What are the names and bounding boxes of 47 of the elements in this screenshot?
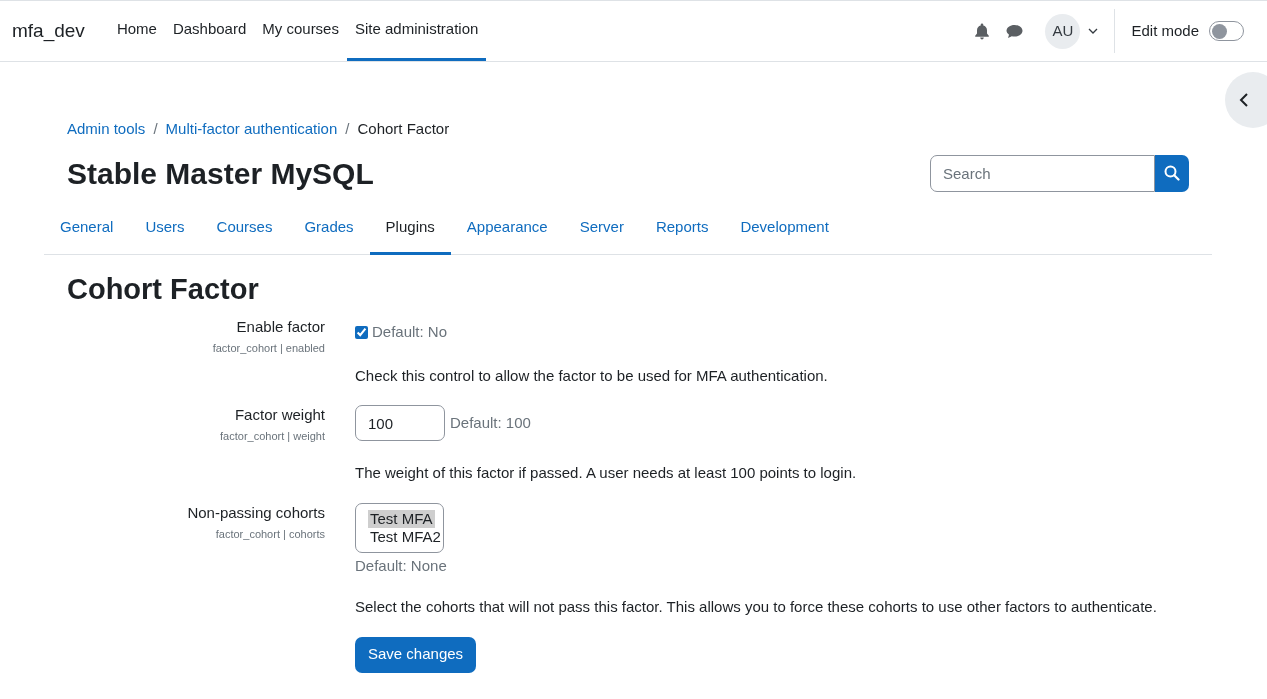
breadcrumb-separator: /: [153, 118, 158, 139]
avatar[interactable]: AU: [1045, 13, 1081, 49]
cohort-option[interactable]: Test MFA2: [368, 527, 443, 546]
setting-label: Enable factor: [236, 317, 325, 337]
chat-bubble-icon[interactable]: [1006, 23, 1024, 39]
nav-link[interactable]: Home: [108, 1, 165, 61]
drawer-toggle-button[interactable]: [1225, 72, 1267, 128]
setting-description: Select the cohorts that will not pass this factor. This allows you to force these cohorts to use other factors to authenticate.: [355, 597, 1158, 617]
breadcrumb-link[interactable]: Admin tools: [67, 117, 146, 141]
setting-key: factor_cohort | weight: [220, 428, 325, 445]
admin-tab[interactable]: Appearance: [450, 203, 564, 255]
search-icon: [1164, 165, 1180, 181]
site-name[interactable]: mfa_dev: [12, 16, 85, 46]
weight-input[interactable]: 100: [355, 405, 445, 441]
admin-tab[interactable]: Reports: [639, 203, 725, 255]
bell-icon[interactable]: [974, 22, 991, 40]
breadcrumb-separator: /: [345, 118, 350, 139]
page-title: Stable Master MySQL: [67, 155, 374, 192]
setting-label: Non-passing cohorts: [187, 502, 325, 523]
enable-checkbox[interactable]: [355, 325, 368, 339]
save-changes-button[interactable]: Save changes: [355, 636, 477, 673]
nav-link[interactable]: My courses: [254, 1, 347, 61]
default-value: Default: None: [355, 555, 448, 576]
edit-mode-label: Edit mode: [1131, 20, 1199, 41]
admin-tab[interactable]: Development: [724, 203, 845, 255]
admin-tab[interactable]: Courses: [200, 203, 289, 255]
chevron-left-icon: [1239, 92, 1249, 108]
admin-tab[interactable]: Server: [563, 203, 640, 255]
nav-link[interactable]: Dashboard: [164, 1, 255, 61]
setting-label: Factor weight: [234, 405, 325, 425]
admin-tab[interactable]: Grades: [288, 203, 370, 255]
breadcrumb-link[interactable]: Multi-factor authentication: [165, 117, 338, 141]
default-value: Default: 100: [450, 412, 531, 433]
default-value: Default: No: [372, 322, 448, 342]
cohort-listbox[interactable]: Test MFA Test MFA2: [355, 502, 444, 553]
breadcrumb-current: Cohort Factor: [357, 118, 450, 139]
section-heading: Cohort Factor: [67, 272, 260, 307]
nav-link[interactable]: Site administration: [346, 1, 487, 61]
admin-tab[interactable]: Plugins: [369, 203, 451, 255]
setting-key: factor_cohort | cohorts: [215, 525, 325, 542]
admin-tab[interactable]: Users: [129, 203, 201, 255]
admin-tab[interactable]: General: [44, 203, 130, 255]
setting-key: factor_cohort | enabled: [212, 340, 325, 357]
setting-description: Check this control to allow the factor to be used for MFA authentication.: [355, 365, 829, 386]
chevron-down-icon[interactable]: [1088, 28, 1099, 34]
cohort-option[interactable]: Test MFA: [368, 509, 435, 528]
setting-description: The weight of this factor if passed. A user needs at least 100 points to login.: [355, 463, 858, 483]
